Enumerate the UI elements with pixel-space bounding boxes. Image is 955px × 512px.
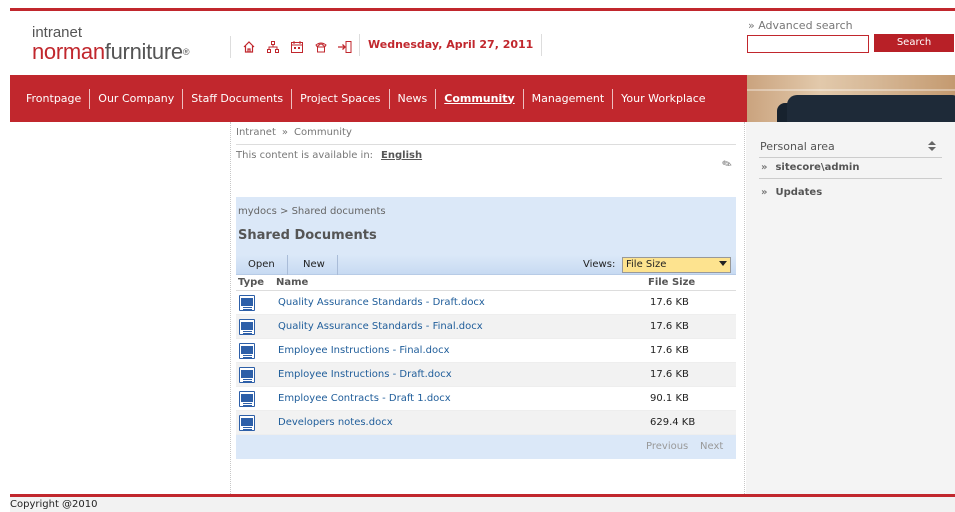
availability-label: This content is available in: xyxy=(236,150,374,161)
home-icon[interactable] xyxy=(237,38,261,56)
search-button[interactable]: Search xyxy=(874,34,954,52)
document-size: 17.6 KB xyxy=(650,345,689,356)
new-button[interactable]: New xyxy=(291,255,338,275)
doclib-title: Shared Documents xyxy=(238,228,377,243)
column-header-file-size[interactable]: File Size xyxy=(648,277,695,288)
breadcrumb-separator: » xyxy=(281,127,288,138)
word-document-icon[interactable] xyxy=(239,295,255,311)
nav-community[interactable]: Community xyxy=(436,88,524,109)
search-input[interactable] xyxy=(747,35,869,53)
logo-registered-mark: ® xyxy=(182,47,190,57)
nav-news[interactable]: News xyxy=(390,88,437,109)
table-row: Employee Contracts - Draft 1.docx 90.1 K… xyxy=(236,387,736,411)
document-size: 17.6 KB xyxy=(650,297,689,308)
table-row: Employee Instructions - Final.docx 17.6 … xyxy=(236,339,736,363)
document-link[interactable]: Employee Contracts - Draft 1.docx xyxy=(278,393,451,404)
doclib-column-headers: Type Name File Size xyxy=(236,275,736,291)
personal-area-divider xyxy=(759,157,942,158)
document-size: 629.4 KB xyxy=(650,417,696,428)
nav-our-company[interactable]: Our Company xyxy=(90,88,184,109)
document-link[interactable]: Quality Assurance Standards - Final.docx xyxy=(278,321,483,332)
word-document-icon[interactable] xyxy=(239,319,255,335)
personal-item-user-label: sitecore\admin xyxy=(775,162,860,173)
header-sofa-photo xyxy=(747,75,955,122)
word-document-icon[interactable] xyxy=(239,391,255,407)
previous-page-link[interactable]: Previous xyxy=(646,441,688,452)
doclib-path: mydocs > Shared documents xyxy=(238,206,386,217)
document-link[interactable]: Developers notes.docx xyxy=(278,417,393,428)
document-size: 17.6 KB xyxy=(650,321,689,332)
word-document-icon[interactable] xyxy=(239,415,255,431)
document-link[interactable]: Employee Instructions - Draft.docx xyxy=(278,369,452,380)
bullet-raquo: » xyxy=(761,162,768,173)
nav-management[interactable]: Management xyxy=(524,88,614,109)
photo-wall-line xyxy=(747,89,955,91)
nav-staff-documents[interactable]: Staff Documents xyxy=(183,88,293,109)
logo-brand-text: normanfurniture® xyxy=(32,40,189,64)
bullet-raquo: » xyxy=(761,187,768,198)
open-button[interactable]: Open xyxy=(236,255,288,275)
views-selected-value: File Size xyxy=(626,259,667,270)
footer-bar xyxy=(10,497,955,512)
document-link[interactable]: Employee Instructions - Final.docx xyxy=(278,345,450,356)
calendar-icon[interactable] xyxy=(285,38,309,56)
doclib-header: mydocs > Shared documents Shared Documen… xyxy=(236,197,736,255)
right-column-divider xyxy=(744,122,745,494)
sort-arrows-icon[interactable] xyxy=(927,140,937,155)
word-document-icon[interactable] xyxy=(239,367,255,383)
column-header-type[interactable]: Type xyxy=(238,277,264,288)
current-date: Wednesday, April 27, 2011 xyxy=(359,34,543,56)
language-link-english[interactable]: English xyxy=(381,150,422,161)
nav-project-spaces[interactable]: Project Spaces xyxy=(292,88,390,109)
next-page-link[interactable]: Next xyxy=(700,441,723,452)
table-row: Quality Assurance Standards - Draft.docx… xyxy=(236,291,736,315)
chevron-down-icon xyxy=(719,261,727,266)
personal-area-title[interactable]: Personal area xyxy=(760,140,835,153)
logo-furniture-text: furniture xyxy=(104,39,183,64)
personal-item-updates-label: Updates xyxy=(775,187,823,198)
table-row: Developers notes.docx 629.4 KB xyxy=(236,411,736,435)
doclib-pager: Previous Next xyxy=(236,435,736,459)
document-size: 17.6 KB xyxy=(650,369,689,380)
breadcrumb-home[interactable]: Intranet xyxy=(236,127,276,138)
personal-item-updates[interactable]: » Updates xyxy=(761,187,822,198)
nav-your-workplace[interactable]: Your Workplace xyxy=(613,89,713,109)
left-column-divider xyxy=(230,122,231,494)
document-link[interactable]: Quality Assurance Standards - Draft.docx xyxy=(278,297,485,308)
logout-icon[interactable] xyxy=(333,38,357,56)
personal-area-divider xyxy=(759,178,942,179)
footer-copyright: Copyright @2010 xyxy=(10,499,98,510)
shared-documents-library: mydocs > Shared documents Shared Documen… xyxy=(236,197,736,460)
views-label: Views: xyxy=(583,259,616,270)
phone-icon[interactable] xyxy=(309,38,333,56)
doclib-toolbar: Open New Views: File Size xyxy=(236,255,736,275)
views-dropdown[interactable]: File Size xyxy=(622,257,731,273)
sitemap-icon[interactable] xyxy=(261,38,285,56)
photo-sofa-back xyxy=(787,95,955,122)
header-quick-links xyxy=(230,36,357,58)
breadcrumb: Intranet » Community xyxy=(236,127,352,138)
advanced-search-link[interactable]: » Advanced search xyxy=(748,19,853,32)
column-header-name[interactable]: Name xyxy=(276,277,308,288)
top-accent-line xyxy=(10,8,955,11)
language-availability: This content is available in: English xyxy=(236,150,422,161)
table-row: Employee Instructions - Draft.docx 17.6 … xyxy=(236,363,736,387)
nav-frontpage[interactable]: Frontpage xyxy=(18,88,91,109)
personal-item-user[interactable]: » sitecore\admin xyxy=(761,162,859,173)
site-logo[interactable]: intranet normanfurniture® xyxy=(32,25,189,64)
main-navigation: Frontpage Our Company Staff Documents Pr… xyxy=(10,75,747,122)
edit-pencil-icon[interactable]: ✏ xyxy=(720,156,734,173)
document-size: 90.1 KB xyxy=(650,393,689,404)
logo-intranet-text: intranet xyxy=(32,24,83,41)
breadcrumb-divider xyxy=(236,144,736,145)
word-document-icon[interactable] xyxy=(239,343,255,359)
logo-norman-text: norman xyxy=(32,39,105,64)
table-row: Quality Assurance Standards - Final.docx… xyxy=(236,315,736,339)
breadcrumb-current: Community xyxy=(293,127,352,138)
